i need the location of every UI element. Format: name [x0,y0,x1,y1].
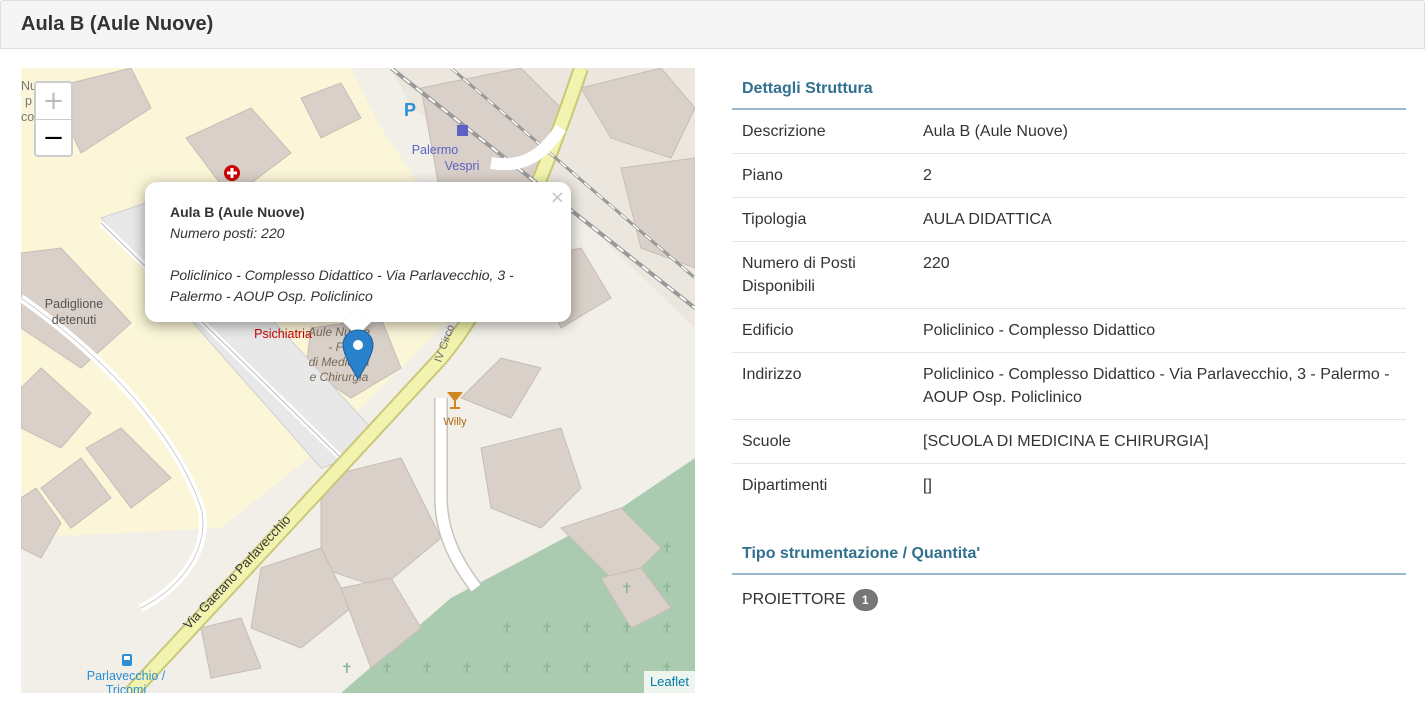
detail-label: Descrizione [742,123,826,140]
popup-address-line2: Palermo - AOUP Osp. Policlinico [170,288,373,304]
svg-text:✝: ✝ [341,660,353,676]
equipment-list: PROIETTORE 1 [732,575,1406,625]
page-title: Aula B (Aule Nuove) [21,13,214,35]
svg-text:co: co [21,110,34,124]
detail-label: Numero di Posti Disponibili [732,241,913,309]
close-icon[interactable]: × [550,187,565,208]
details-heading: Dettagli Struttura [732,68,1406,110]
table-row: Piano 2 [732,153,1406,198]
popup-address-line1: Policlinico - Complesso Didattico - Via … [170,267,514,283]
map-attribution[interactable]: Leaflet [643,671,695,693]
details-table: Descrizione Aula B (Aule Nuove) Piano 2 Tipo… [732,110,1406,507]
svg-text:Vespri: Vespri [445,159,480,173]
svg-text:Palermo: Palermo [412,143,459,157]
detail-value: 2 [913,153,1406,198]
svg-text:detenuti: detenuti [52,313,96,327]
detail-value: 220 [913,241,1406,309]
detail-value: [] [913,463,1406,507]
table-row: Dipartimenti[] [732,463,1406,507]
zoom-out-button[interactable]: − [36,120,71,156]
popup-content: Aula B (Aule Nuove) Numero posti: 220 Po… [170,202,514,307]
detail-value: [SCUOLA DI MEDICINA E CHIRURGIA] [913,419,1406,464]
svg-text:✝: ✝ [461,660,473,676]
svg-text:Parlavecchio /: Parlavecchio / [87,669,166,683]
svg-text:✝: ✝ [661,540,673,556]
svg-text:✝: ✝ [421,660,433,676]
svg-text:p: p [25,94,32,108]
svg-text:✝: ✝ [621,660,633,676]
detail-value: AULA DIDATTICA [913,197,1406,242]
list-item: PROIETTORE 1 [732,575,1406,625]
svg-text:✝: ✝ [581,620,593,636]
detail-label: Edificio [732,308,913,353]
table-row: Indirizzo Policlinico - Complesso Didatti… [732,352,1406,420]
quantity-badge: 1 [852,589,878,611]
map[interactable]: ✝ ✝ ✝ ✝ ✝ ✝ ✝ ✝ ✝ ✝ ✝ ✝ ✝ ✝ ✝ ✝ ✝ P Pale… [21,68,695,693]
svg-text:✝: ✝ [501,620,513,636]
table-row: Descrizione Aula B (Aule Nuove) [732,110,1406,154]
svg-text:✝: ✝ [501,660,513,676]
station-icon [457,125,468,136]
zoom-in-button[interactable]: + [36,83,71,120]
popup-title: Aula B (Aule Nuove) [170,204,305,220]
map-marker-icon[interactable] [342,329,374,381]
detail-label: Indirizzo [732,352,913,420]
svg-text:✝: ✝ [621,580,633,596]
parking-icon: P [404,100,416,120]
svg-text:Tricomi: Tricomi [106,683,147,693]
svg-text:✝: ✝ [541,620,553,636]
hospital-icon [224,165,240,181]
detail-label: Scuole [732,419,913,464]
table-row: Scuole [SCUOLA DI MEDICINA E CHIRURGIA] [732,419,1406,464]
detail-value: Policlinico - Complesso Didattico - Via … [913,352,1406,420]
page-header: Aula B (Aule Nuove) [0,0,1425,49]
svg-text:✝: ✝ [621,620,633,636]
map-popup: × Aula B (Aule Nuove) Numero posti: 220 … [145,182,571,337]
table-row: Edificio Policlinico - Complesso Didattic… [732,308,1406,353]
svg-text:Willy: Willy [443,416,467,428]
svg-text:✝: ✝ [661,580,673,596]
equipment-name: PROIETTORE [742,591,846,608]
svg-text:✝: ✝ [661,620,673,636]
equipment-heading: Tipo strumentazione / Quantita' [732,533,1406,575]
table-row: Tipologia AULA DIDATTICA [732,197,1406,242]
detail-label: Dipartimenti [732,463,913,507]
svg-text:Psichiatria: Psichiatria [254,327,312,341]
svg-text:✝: ✝ [381,660,393,676]
popup-seats: Numero posti: 220 [170,225,285,241]
zoom-control: + − [34,81,73,157]
detail-value: Policlinico - Complesso Didattico [913,308,1406,353]
bus-stop-icon [122,654,132,666]
table-row: Numero di Posti Disponibili 220 [732,241,1406,309]
details-panel: Dettagli Struttura Descrizione Aula B (Au… [732,68,1406,625]
detail-label: Tipologia [732,197,913,242]
svg-text:✝: ✝ [581,660,593,676]
svg-text:Padiglione: Padiglione [45,297,103,311]
detail-label: Piano [732,153,913,198]
svg-text:✝: ✝ [541,660,553,676]
detail-value: Aula B (Aule Nuove) [923,123,1068,140]
